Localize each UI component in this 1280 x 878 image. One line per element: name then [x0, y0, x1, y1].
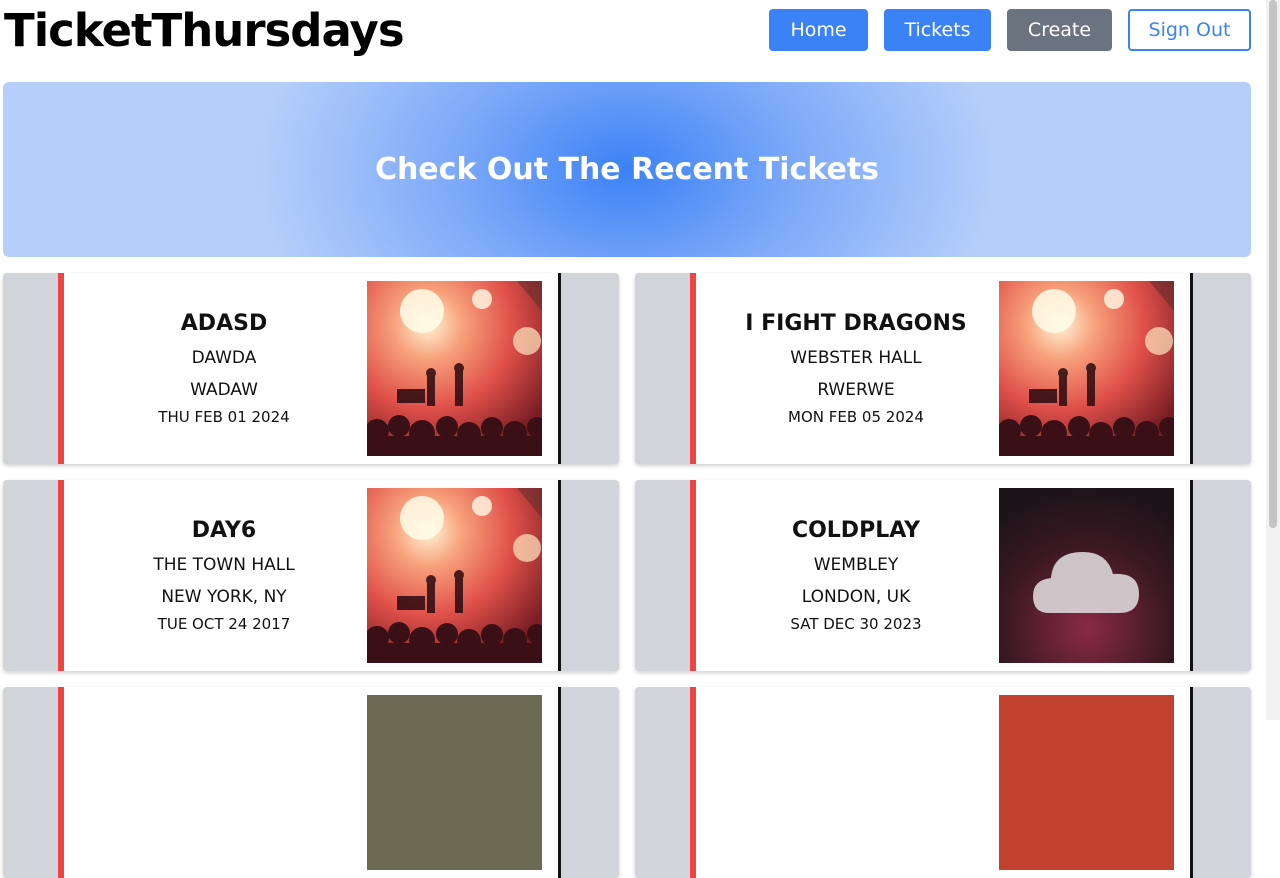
ticket-city: NEW YORK, NY	[161, 587, 287, 607]
create-button[interactable]: Create	[1007, 9, 1112, 51]
ticket-venue: WEMBLEY	[813, 555, 899, 575]
ticket-card[interactable]	[3, 687, 619, 878]
ticket-event-name: COLDPLAY	[791, 518, 921, 543]
concert-photo	[367, 695, 542, 870]
home-button[interactable]: Home	[769, 9, 868, 51]
sign-out-button[interactable]: Sign Out	[1128, 9, 1251, 51]
hero-title: Check Out The Recent Tickets	[374, 152, 880, 187]
ticket-city: LONDON, UK	[801, 587, 911, 607]
ticket-venue: DAWDA	[191, 348, 257, 368]
concert-photo	[999, 281, 1174, 456]
ticket-venue: THE TOWN HALL	[153, 555, 295, 575]
ticket-event-name: I FIGHT DRAGONS	[745, 311, 967, 336]
ticket-details: I FIGHT DRAGONS WEBSTER HALL RWERWE MON …	[696, 273, 1016, 464]
ticket-card[interactable]: COLDPLAY WEMBLEY LONDON, UK SAT DEC 30 2…	[635, 480, 1251, 671]
ticket-date: MON FEB 05 2024	[788, 408, 924, 426]
ticket-details: COLDPLAY WEMBLEY LONDON, UK SAT DEC 30 2…	[696, 480, 1016, 671]
ticket-details: ADASD DAWDA WADAW THU FEB 01 2024	[64, 273, 384, 464]
ticket-date: TUE OCT 24 2017	[157, 615, 291, 633]
hero-banner: Check Out The Recent Tickets	[3, 82, 1251, 257]
scrollbar-thumb[interactable]	[1269, 0, 1277, 528]
tickets-button[interactable]: Tickets	[884, 9, 991, 51]
concert-photo	[367, 488, 542, 663]
ticket-date: SAT DEC 30 2023	[790, 615, 922, 633]
ticket-city: RWERWE	[817, 380, 895, 400]
ticket-event-name: DAY6	[191, 518, 257, 543]
concert-photo	[999, 695, 1174, 870]
concert-photo	[367, 281, 542, 456]
page-scrollbar[interactable]	[1266, 0, 1280, 720]
ticket-card[interactable]: I FIGHT DRAGONS WEBSTER HALL RWERWE MON …	[635, 273, 1251, 464]
ticket-city: WADAW	[190, 380, 258, 400]
ticket-details: DAY6 THE TOWN HALL NEW YORK, NY TUE OCT …	[64, 480, 384, 671]
cloud-artwork	[999, 488, 1174, 663]
brand-logo[interactable]: TicketThursdays	[4, 4, 405, 57]
top-header: TicketThursdays Home Tickets Create Sign…	[0, 0, 1262, 70]
ticket-date: THU FEB 01 2024	[158, 408, 290, 426]
ticket-venue: WEBSTER HALL	[790, 348, 922, 368]
ticket-event-name: ADASD	[180, 311, 268, 336]
ticket-card[interactable]: DAY6 THE TOWN HALL NEW YORK, NY TUE OCT …	[3, 480, 619, 671]
ticket-card[interactable]: ADASD DAWDA WADAW THU FEB 01 2024	[3, 273, 619, 464]
ticket-card[interactable]	[635, 687, 1251, 878]
